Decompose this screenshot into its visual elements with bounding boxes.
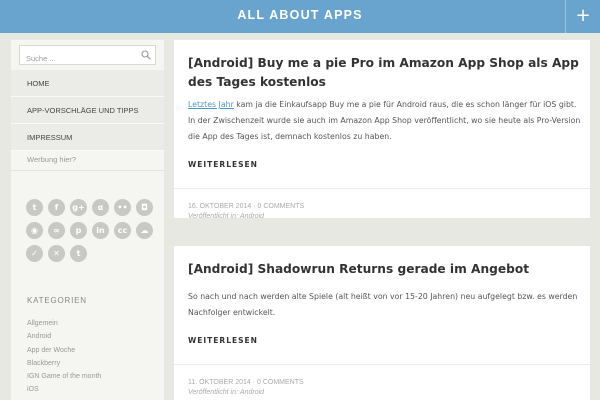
post-divider	[174, 188, 590, 189]
categories-heading: KATEGORIEN	[27, 296, 87, 305]
github-icon[interactable]: ◉	[26, 222, 43, 239]
creativecommons-icon[interactable]: cc	[114, 222, 131, 239]
ad-link[interactable]: Werbung hier?	[27, 155, 76, 164]
sidebar: HOME APP-VORSCHLÄGE UND TIPPS IMPRESSUM …	[11, 40, 164, 400]
sidebar-divider	[11, 170, 164, 171]
googleplus-icon[interactable]: g+	[70, 199, 87, 216]
post-category-link[interactable]: Android	[240, 389, 264, 396]
post-excerpt-text: kam ja die Einkaufsapp Buy me a pie für …	[188, 100, 581, 141]
post-date[interactable]: 11. OKTOBER 2014 · 0 COMMENTS	[188, 378, 304, 388]
flickr-icon[interactable]: ••	[114, 199, 131, 216]
post-excerpt: So nach und nach werden alte Spiele (alt…	[188, 292, 578, 317]
search-icon[interactable]	[141, 50, 151, 60]
category-link[interactable]: IGN Game of the month	[27, 373, 101, 386]
post-title[interactable]: [Android] Buy me a pie Pro im Amazon App…	[188, 54, 583, 92]
twitter-icon[interactable]: t	[26, 199, 43, 216]
post-date[interactable]: 16. OKTOBER 2014 · 0 COMMENTS	[188, 202, 304, 212]
pinterest-icon[interactable]: p	[70, 222, 87, 239]
main-nav: HOME APP-VORSCHLÄGE UND TIPPS IMPRESSUM	[11, 70, 164, 151]
category-link[interactable]: Blackberry	[27, 360, 101, 373]
search-input[interactable]	[20, 49, 135, 68]
post-card: [Android] Buy me a pie Pro im Amazon App…	[174, 40, 590, 220]
facebook-icon[interactable]: f	[48, 199, 65, 216]
published-label: Veröffentlicht in:	[188, 389, 238, 396]
post-meta: 11. OKTOBER 2014 · 0 COMMENTS Veröffentl…	[188, 378, 304, 398]
category-link[interactable]: App der Woche	[27, 347, 101, 360]
categories-list: Allgemein Android App der Woche Blackberry I…	[27, 320, 101, 400]
category-link[interactable]: iOS	[27, 386, 101, 399]
post-divider	[174, 364, 590, 365]
post-title[interactable]: [Android] Shadowrun Returns gerade im An…	[188, 260, 583, 279]
search-box	[19, 45, 156, 68]
post-excerpt: Letztes Jahr kam ja die Einkaufsapp Buy …	[188, 97, 583, 145]
xing-icon[interactable]: ✕	[48, 245, 65, 262]
vk-icon[interactable]: ✓	[26, 245, 43, 262]
post-inline-link[interactable]: Letztes Jahr	[188, 100, 234, 109]
published-label: Veröffentlicht in:	[188, 213, 238, 220]
tumblr-icon[interactable]: t	[70, 245, 87, 262]
read-more-button[interactable]: WEITERLESEN	[188, 160, 258, 169]
linkedin-icon[interactable]: in	[92, 222, 109, 239]
soundcloud-icon[interactable]: ☁	[136, 222, 153, 239]
site-title[interactable]: ALL ABOUT APPS	[0, 0, 600, 33]
post-card: [Android] Shadowrun Returns gerade im An…	[174, 246, 590, 400]
menu-toggle-button[interactable]: +	[565, 0, 600, 33]
instagram-icon[interactable]: ◘	[136, 199, 153, 216]
nav-item-impressum[interactable]: IMPRESSUM	[11, 124, 164, 151]
read-more-button[interactable]: WEITERLESEN	[188, 336, 258, 345]
nav-item-home[interactable]: HOME	[11, 70, 164, 97]
nav-item-app-vorschlaege[interactable]: APP-VORSCHLÄGE UND TIPPS	[11, 97, 164, 124]
category-link[interactable]: Android	[27, 333, 101, 346]
lastfm-icon[interactable]: ∞	[48, 222, 65, 239]
appnet-icon[interactable]: α	[92, 199, 109, 216]
social-icons: t f g+ α •• ◘ ◉ ∞ p in cc ☁ ✓ ✕ t	[26, 199, 156, 262]
post-category-link[interactable]: Android	[240, 213, 264, 220]
post-meta: 16. OKTOBER 2014 · 0 COMMENTS Veröffentl…	[188, 202, 304, 222]
category-link[interactable]: Allgemein	[27, 320, 101, 333]
